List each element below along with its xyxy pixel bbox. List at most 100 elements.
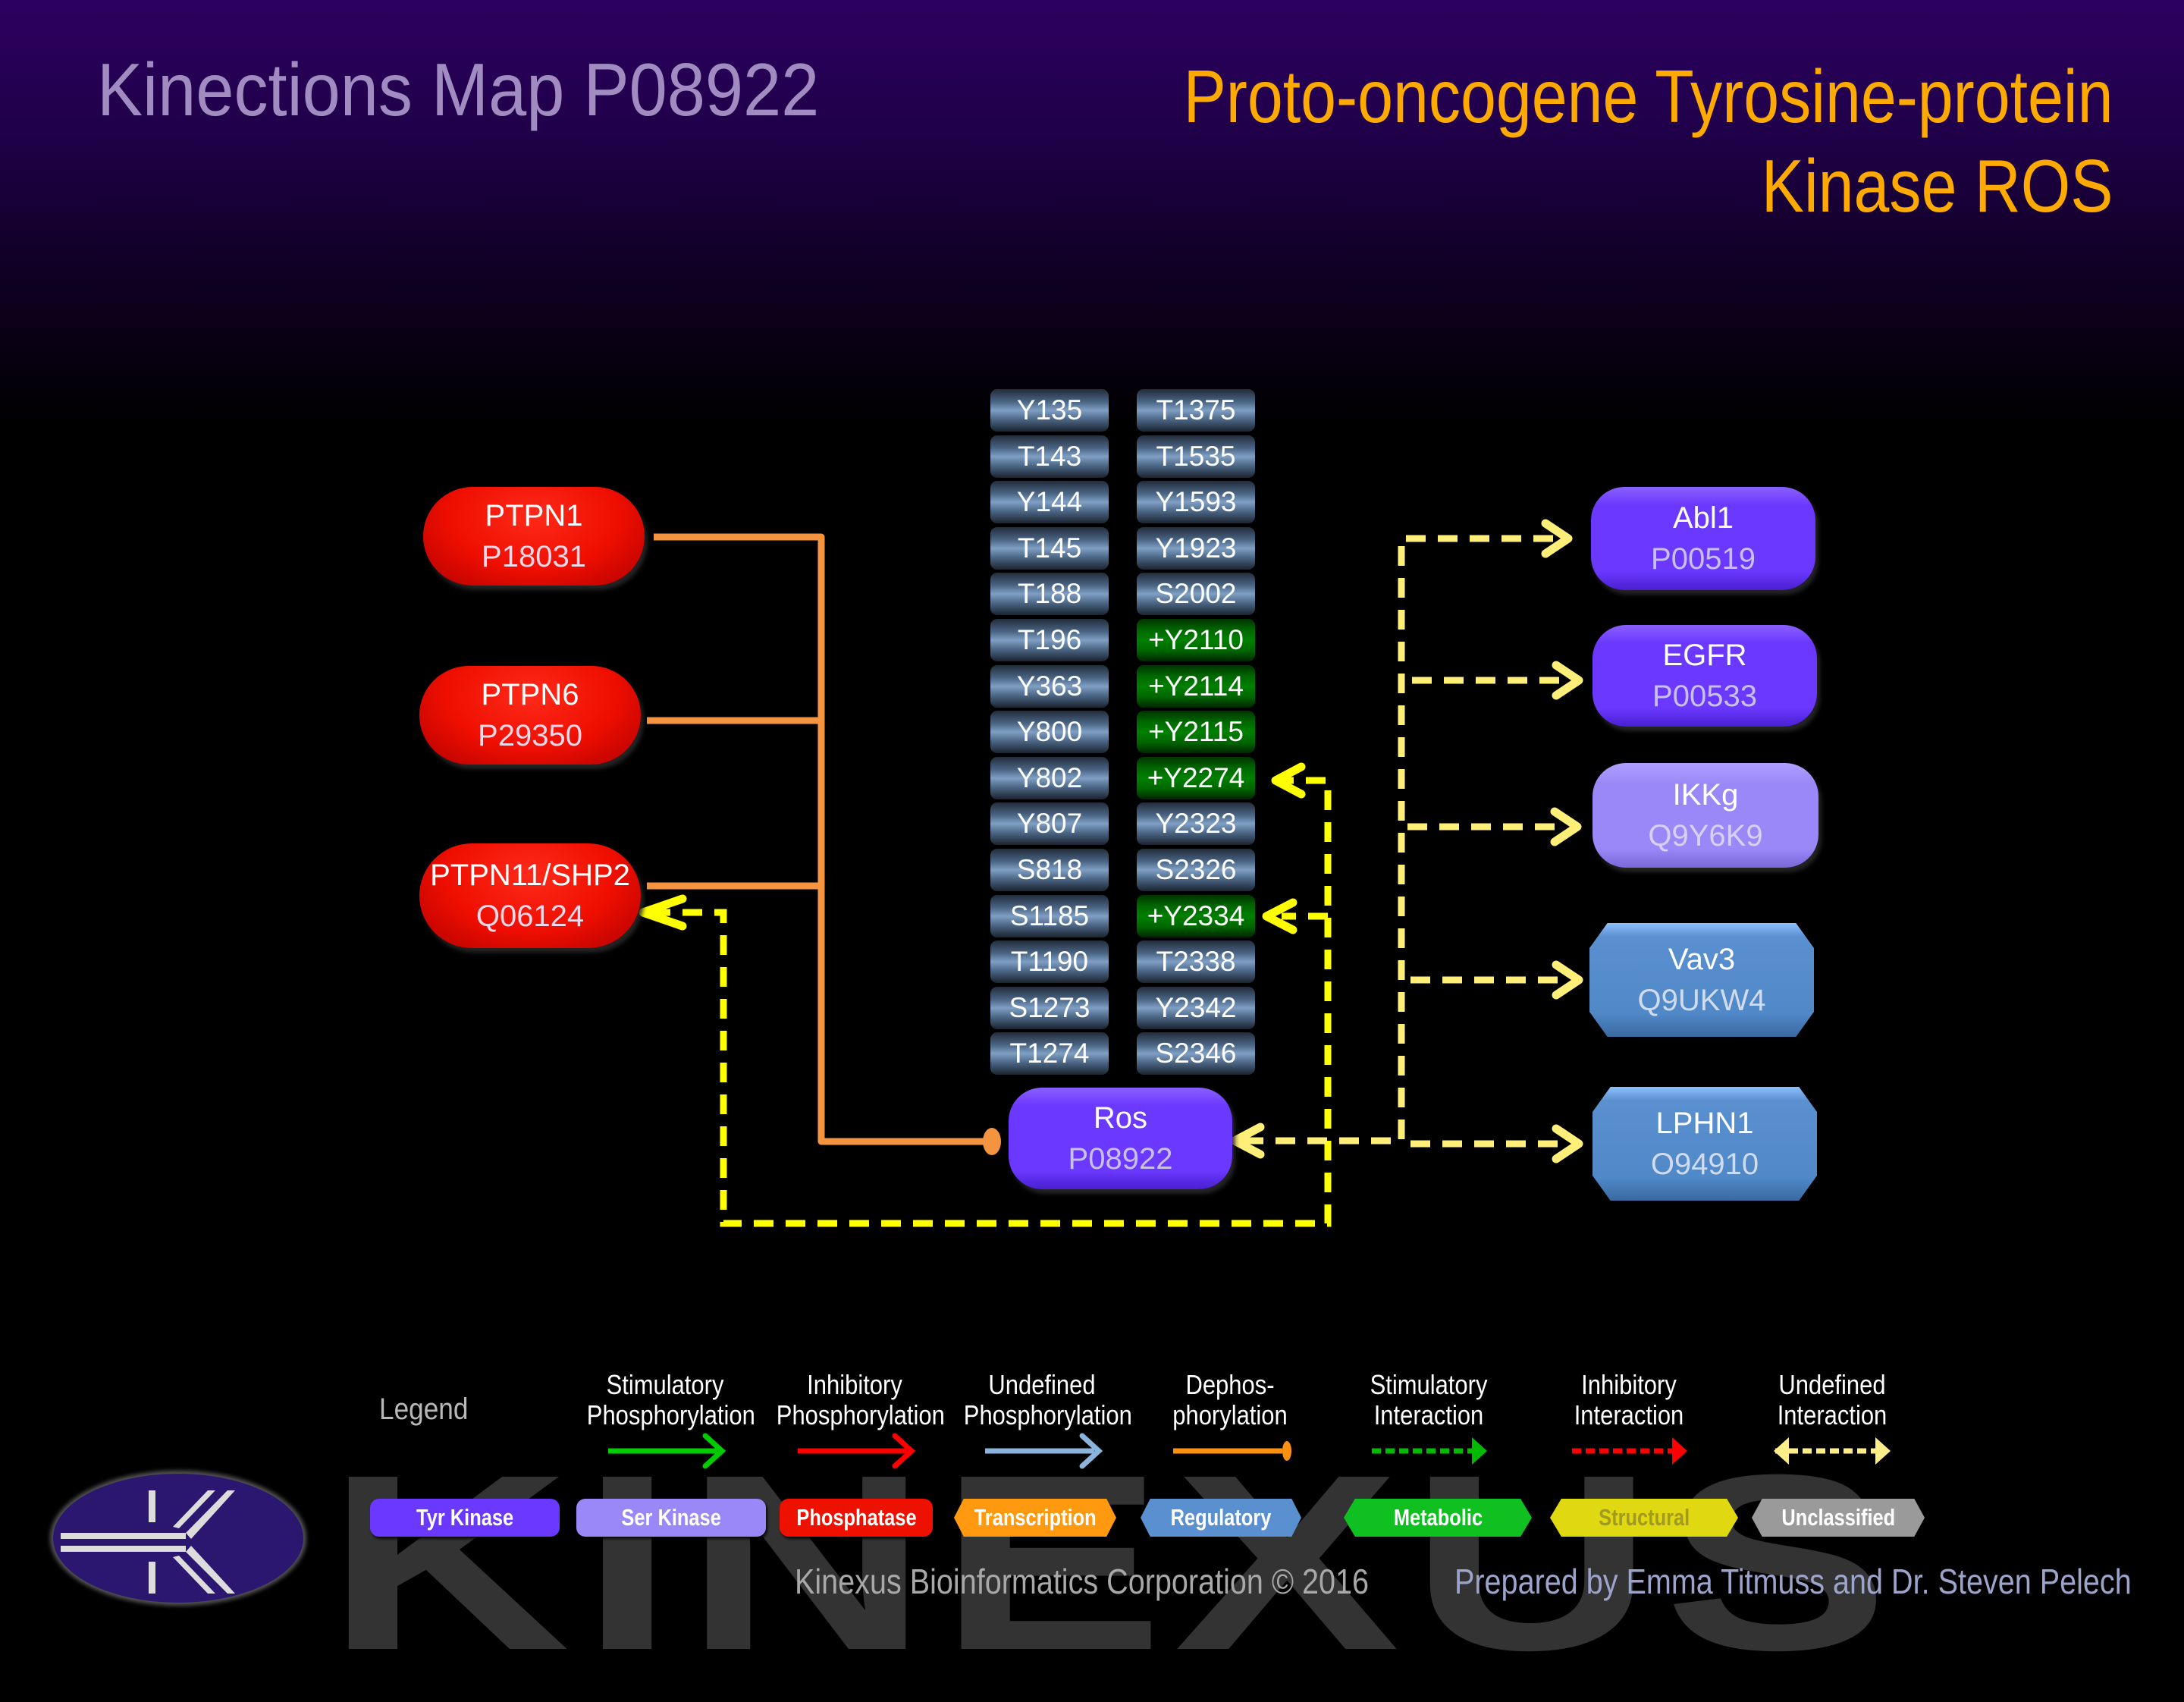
site-y135[interactable]: Y135 bbox=[990, 389, 1109, 432]
legend-line-label-2: Phosphorylation bbox=[586, 1399, 755, 1430]
node-ros-accession: P08922 bbox=[1068, 1142, 1173, 1176]
legend-line-label-1: Inhibitory bbox=[1581, 1369, 1677, 1400]
legend-line-label: Stimulatory Interaction bbox=[1351, 1370, 1507, 1430]
legend-line-label-1: Stimulatory bbox=[1370, 1369, 1488, 1400]
node-egfr-accession: P00533 bbox=[1652, 680, 1757, 713]
site-y2115[interactable]: +Y2115 bbox=[1137, 711, 1255, 754]
site-y144[interactable]: Y144 bbox=[990, 481, 1109, 524]
node-vav3-accession: Q9UKW4 bbox=[1637, 984, 1766, 1017]
legend-badge-label: Regulatory bbox=[1170, 1504, 1272, 1531]
node-lphn1-name: LPHN1 bbox=[1655, 1107, 1754, 1140]
legend-line-label-2: Phosphorylation bbox=[963, 1399, 1132, 1430]
legend-line-label-1: Undefined bbox=[988, 1369, 1096, 1400]
site-s818[interactable]: S818 bbox=[990, 849, 1109, 891]
node-ptpn1-name: PTPN1 bbox=[485, 499, 583, 532]
node-ptpn11-name: PTPN11/SHP2 bbox=[430, 859, 630, 892]
site-y2323[interactable]: Y2323 bbox=[1137, 802, 1255, 846]
node-vav3-name: Vav3 bbox=[1668, 943, 1736, 976]
node-ros-name: Ros bbox=[1093, 1101, 1148, 1135]
node-abl1-accession: P00519 bbox=[1651, 542, 1756, 576]
node-egfr-name: EGFR bbox=[1662, 639, 1747, 672]
site-t143[interactable]: T143 bbox=[990, 435, 1109, 478]
dephosphorylation-lines bbox=[647, 533, 986, 1145]
site-y2342[interactable]: Y2342 bbox=[1137, 986, 1255, 1029]
site-y800[interactable]: Y800 bbox=[990, 711, 1109, 754]
legend-badge-metabolic: Metabolic bbox=[1344, 1499, 1532, 1537]
node-abl1-name: Abl1 bbox=[1672, 501, 1734, 535]
legend-badge-regulatory: Regulatory bbox=[1141, 1499, 1301, 1537]
site-s2346[interactable]: S2346 bbox=[1137, 1032, 1255, 1076]
legend-title: Legend bbox=[379, 1393, 469, 1426]
interaction-tree-ros bbox=[1244, 535, 1567, 1148]
footer-copyright: Kinexus Bioinformatics Corporation © 201… bbox=[795, 1562, 1370, 1601]
legend-badge-label: Unclassified bbox=[1781, 1504, 1895, 1531]
legend-badge-label: Structural bbox=[1598, 1504, 1690, 1531]
site-y2110[interactable]: +Y2110 bbox=[1137, 619, 1255, 661]
site-t188[interactable]: T188 bbox=[990, 573, 1109, 616]
legend-line-label-2: Interaction bbox=[1574, 1399, 1684, 1430]
kinexus-logo-icon bbox=[61, 1490, 235, 1594]
legend-line-label-2: phorylation bbox=[1172, 1399, 1288, 1430]
site-s1185[interactable]: S1185 bbox=[990, 894, 1109, 937]
site-t1190[interactable]: T1190 bbox=[990, 940, 1109, 984]
kinexus-logo bbox=[53, 1474, 303, 1603]
arrowhead-to-vav3 bbox=[1552, 960, 1583, 1000]
legend-line-label-2: Phosphorylation bbox=[776, 1399, 945, 1430]
legend-badge-label: Ser Kinase bbox=[621, 1504, 721, 1531]
site-y1923[interactable]: Y1923 bbox=[1137, 526, 1255, 570]
legend-badge-label: Transcription bbox=[974, 1504, 1097, 1531]
legend-line-label: Inhibitory Phosphorylation bbox=[776, 1369, 945, 1430]
site-s1273[interactable]: S1273 bbox=[990, 986, 1109, 1029]
arrowheads-pale bbox=[1230, 519, 1583, 1163]
site-t1535[interactable]: T1535 bbox=[1137, 435, 1255, 478]
legend-line-label: Inhibitory Interaction bbox=[1551, 1370, 1707, 1430]
dephos-end-dot bbox=[983, 1128, 1001, 1155]
arrowhead-to-ikkg bbox=[1550, 807, 1582, 846]
site-y2274[interactable]: +Y2274 bbox=[1137, 756, 1255, 799]
node-ikkg-accession: Q9Y6K9 bbox=[1648, 819, 1763, 853]
legend-line-label: Stimulatory Phosphorylation bbox=[586, 1369, 755, 1430]
legend-line-label-1: Inhibitory bbox=[807, 1369, 902, 1400]
site-y807[interactable]: Y807 bbox=[990, 802, 1109, 846]
node-lphn1-accession: O94910 bbox=[1650, 1148, 1759, 1181]
node-vav3[interactable]: Vav3 Q9UKW4 bbox=[1589, 923, 1814, 1037]
node-ikkg-name: IKKg bbox=[1672, 778, 1739, 812]
footer-prepared-by: Prepared by Emma Titmuss and Dr. Steven … bbox=[1454, 1562, 2132, 1601]
arrowhead-to-egfr bbox=[1552, 661, 1583, 700]
dephos-line-ptpn1 bbox=[654, 533, 986, 1145]
arrowhead-to-lphn1 bbox=[1552, 1124, 1583, 1163]
site-y2114[interactable]: +Y2114 bbox=[1137, 664, 1255, 708]
site-t2338[interactable]: T2338 bbox=[1137, 940, 1255, 984]
legend-line-label-2: Interaction bbox=[1373, 1399, 1484, 1430]
site-s2002[interactable]: S2002 bbox=[1137, 573, 1255, 616]
legend-badge-structural: Structural bbox=[1550, 1499, 1738, 1537]
node-ikkg[interactable]: IKKg Q9Y6K9 bbox=[1592, 763, 1818, 868]
node-ptpn1[interactable]: PTPN1 P18031 bbox=[423, 487, 645, 586]
node-ptpn6[interactable]: PTPN6 P29350 bbox=[419, 666, 641, 765]
site-y363[interactable]: Y363 bbox=[990, 664, 1109, 708]
node-egfr[interactable]: EGFR P00533 bbox=[1592, 625, 1817, 727]
legend-badge-label: Phosphatase bbox=[795, 1504, 917, 1531]
site-y802[interactable]: Y802 bbox=[990, 756, 1109, 799]
node-ptpn11[interactable]: PTPN11/SHP2 Q06124 bbox=[419, 843, 641, 948]
node-ros-center[interactable]: Ros P08922 bbox=[1009, 1088, 1232, 1189]
legend-line-label-1: Undefined bbox=[1778, 1369, 1886, 1400]
site-t196[interactable]: T196 bbox=[990, 619, 1109, 661]
legend-line-label: Undefined Phosphorylation bbox=[963, 1369, 1132, 1430]
node-ptpn6-name: PTPN6 bbox=[481, 678, 579, 711]
legend-badge-label: Metabolic bbox=[1393, 1504, 1483, 1531]
site-s2326[interactable]: S2326 bbox=[1137, 849, 1255, 891]
site-t145[interactable]: T145 bbox=[990, 526, 1109, 570]
node-abl1[interactable]: Abl1 P00519 bbox=[1591, 487, 1815, 590]
legend-badge-unclassified: Unclassified bbox=[1752, 1499, 1925, 1537]
legend-badge-transcription: Transcription bbox=[954, 1499, 1116, 1537]
site-y1593[interactable]: Y1593 bbox=[1137, 481, 1255, 524]
legend-badge-ser-kinase: Ser Kinase bbox=[576, 1499, 766, 1537]
legend-line-label-1: Stimulatory bbox=[606, 1369, 724, 1400]
site-t1375[interactable]: T1375 bbox=[1137, 389, 1255, 432]
legend-badge-tyr-kinase: Tyr Kinase bbox=[370, 1499, 560, 1537]
site-t1274[interactable]: T1274 bbox=[990, 1032, 1109, 1076]
legend-line-label: Dephos-phorylation bbox=[1152, 1370, 1308, 1430]
site-y2334[interactable]: +Y2334 bbox=[1137, 894, 1255, 937]
node-lphn1[interactable]: LPHN1 O94910 bbox=[1592, 1087, 1817, 1201]
